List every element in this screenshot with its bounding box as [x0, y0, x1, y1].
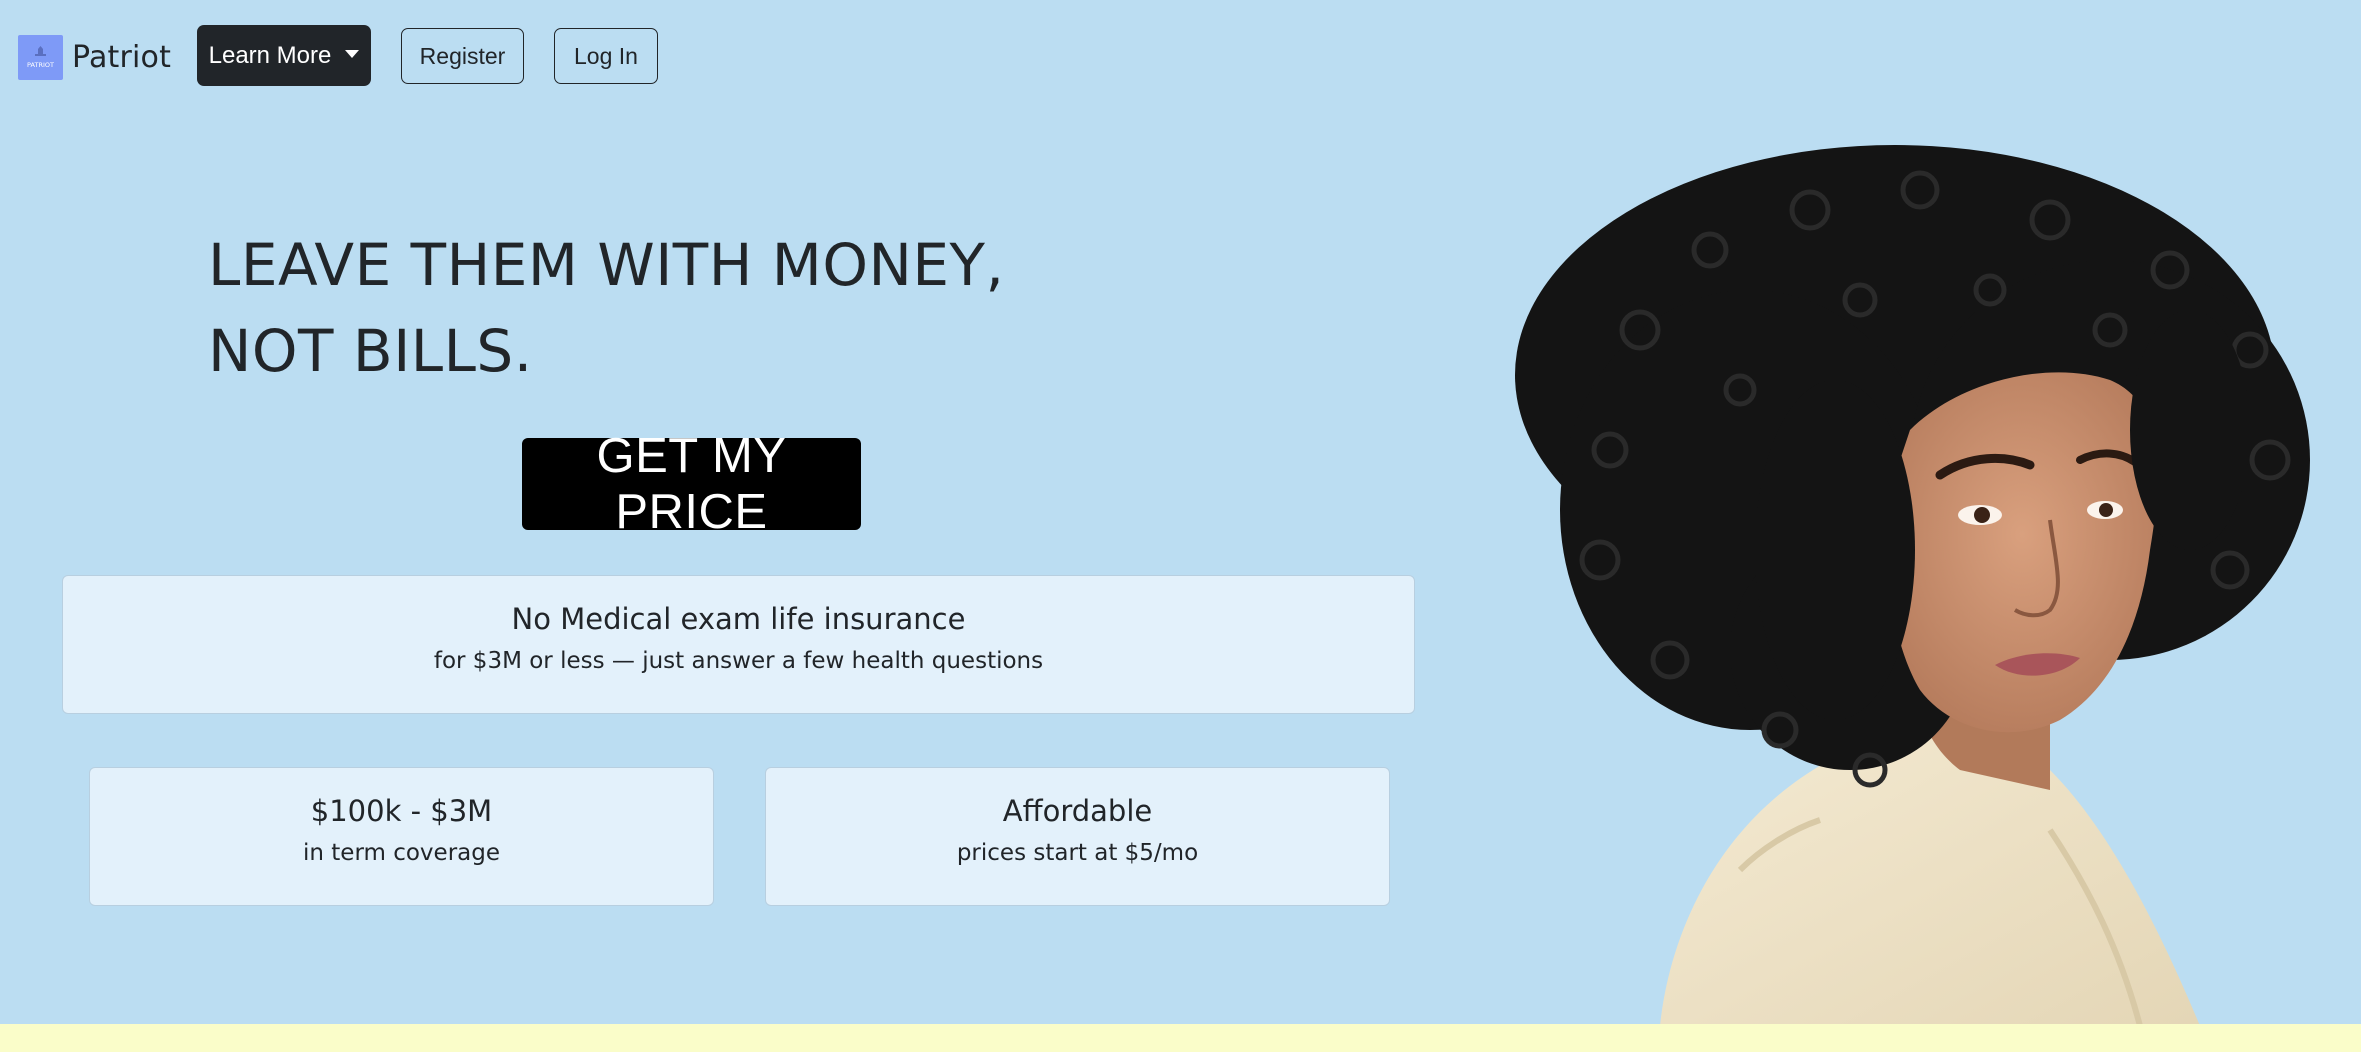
login-button[interactable]: Log In	[554, 28, 658, 84]
headline-line-2: NOT BILLS.	[208, 317, 533, 385]
hero-portrait-image	[1515, 145, 2310, 1026]
face-shape	[1886, 372, 2158, 733]
card-title: Affordable	[1002, 794, 1153, 828]
svg-text:PATRIOT: PATRIOT	[27, 61, 54, 69]
card-title: No Medical exam life insurance	[511, 602, 966, 636]
bottom-banner-strip	[0, 1024, 2361, 1052]
headline-line-1: LEAVE THEM WITH MONEY,	[208, 231, 1005, 299]
card-title: $100k - $3M	[310, 794, 493, 828]
register-button[interactable]: Register	[401, 28, 524, 84]
brand-name: Patriot	[72, 39, 172, 75]
learn-more-label: Learn More	[208, 41, 332, 69]
affordable-card: Affordable prices start at $5/mo	[765, 767, 1390, 906]
card-subtitle: in term coverage	[303, 840, 500, 866]
brand-link[interactable]: PATRIOT Patriot	[18, 34, 171, 80]
card-subtitle: prices start at $5/mo	[956, 840, 1199, 866]
get-my-price-button[interactable]: GET MY PRICE	[522, 429, 861, 539]
coverage-card: $100k - $3M in term coverage	[89, 767, 714, 906]
hero-headline: LEAVE THEM WITH MONEY, NOT BILLS.	[208, 222, 1108, 394]
no-medical-exam-card: No Medical exam life insurance for $3M o…	[62, 575, 1415, 714]
learn-more-dropdown-button[interactable]: Learn More	[197, 25, 371, 86]
sweater-shape	[1660, 728, 2200, 1026]
chevron-down-icon	[345, 49, 360, 58]
patriot-logo: PATRIOT	[18, 34, 63, 80]
navbar: PATRIOT Patriot Learn More Register Log …	[0, 0, 2361, 114]
card-subtitle: for $3M or less — just answer a few heal…	[433, 648, 1044, 674]
